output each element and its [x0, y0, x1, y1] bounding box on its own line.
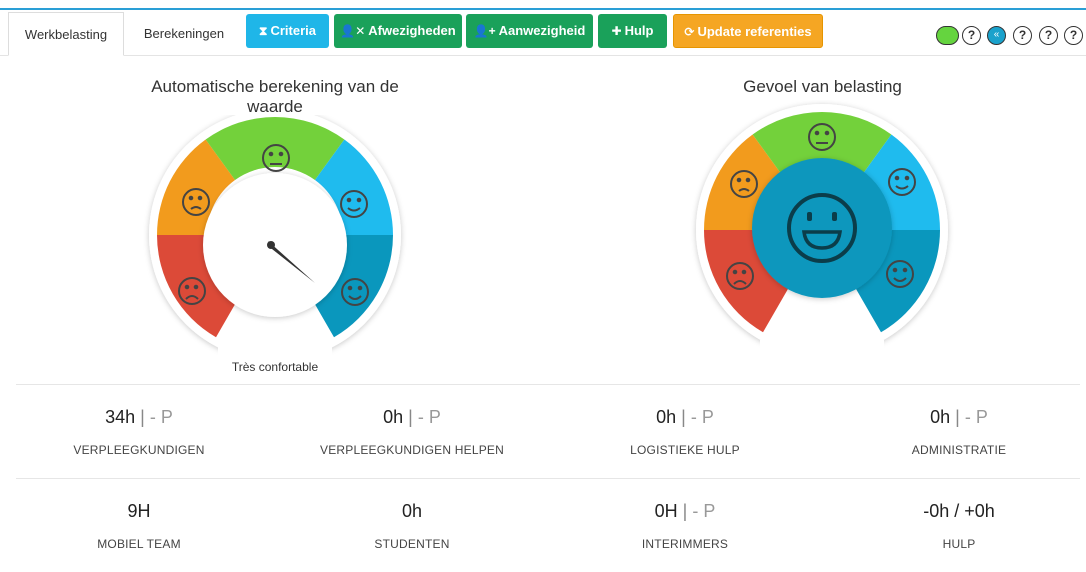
- stat-separator: |: [681, 407, 686, 427]
- stat-label: VERPLEEGKUNDIGEN HELPEN: [320, 443, 504, 457]
- collapse-icon[interactable]: «: [987, 26, 1006, 45]
- gauge-base: [760, 340, 884, 365]
- tab-werkbelasting[interactable]: Werkbelasting: [8, 12, 124, 56]
- stat-value: 34h: [105, 407, 136, 427]
- medkit-icon: ✚: [611, 24, 622, 38]
- stat-value: 0h: [383, 407, 404, 427]
- gauge-center: [752, 158, 892, 298]
- tab-berekeningen[interactable]: Berekeningen: [130, 12, 238, 56]
- stat-label: LOGISTIEKE HULP: [630, 443, 740, 457]
- stat-extra: - P: [417, 407, 441, 427]
- stat-separator: |: [682, 501, 688, 521]
- stat-extra: - P: [690, 407, 714, 427]
- update-referenties-button[interactable]: ⟳ Update referenties: [673, 14, 823, 48]
- stat-separator: |: [955, 407, 960, 427]
- stat-value: 0H: [654, 501, 678, 521]
- divider: [16, 384, 1080, 385]
- hourglass-icon: ⧗: [259, 24, 268, 38]
- help-icon[interactable]: ?: [962, 26, 981, 45]
- help-icon[interactable]: ?: [1064, 26, 1083, 45]
- refresh-icon: ⟳: [684, 25, 695, 39]
- stat-value: -0h / +0h: [923, 501, 995, 521]
- help-icon[interactable]: ?: [1039, 26, 1058, 45]
- auto-gauge-title: Automatische berekening van de waarde: [151, 77, 399, 116]
- stat-separator: |: [408, 407, 413, 427]
- divider: [16, 478, 1080, 479]
- stat-label: STUDENTEN: [374, 537, 450, 551]
- stat-verpleegkundigen: 34h | - P VERPLEEGKUNDIGEN: [14, 405, 264, 457]
- stat-value: 0h: [656, 407, 677, 427]
- gauge-needle-hub: [267, 241, 275, 249]
- stat-separator: |: [140, 407, 145, 427]
- stat-extra: - P: [149, 407, 173, 427]
- stat-label: HULP: [942, 537, 976, 551]
- gauge-caption: Très confortable: [231, 360, 319, 374]
- stat-extra: - P: [692, 501, 716, 521]
- afwezigheden-label: Afwezigheden: [368, 23, 456, 38]
- aanwezigheid-label: Aanwezigheid: [498, 23, 586, 38]
- update-label: Update referenties: [697, 24, 812, 39]
- user-remove-icon: 👤✕: [340, 24, 366, 38]
- stat-value: 0h: [930, 407, 951, 427]
- afwezigheden-button[interactable]: 👤✕ Afwezigheden: [334, 14, 462, 48]
- auto-workload-gauge: [149, 115, 401, 365]
- feel-workload-gauge: [696, 104, 948, 365]
- status-indicator[interactable]: [936, 26, 959, 45]
- help-icon[interactable]: ?: [1013, 26, 1032, 45]
- stat-mobiel-team: 9H MOBIEL TEAM: [14, 499, 264, 551]
- feel-gauge-title: Gevoel van belasting: [743, 77, 902, 96]
- stat-administratie: 0h | - P ADMINISTRATIE: [834, 405, 1084, 457]
- user-add-icon: 👤+: [473, 24, 496, 38]
- criteria-button[interactable]: ⧗ Criteria: [246, 14, 329, 48]
- stat-logistieke-hulp: 0h | - P LOGISTIEKE HULP: [560, 405, 810, 457]
- hulp-label: Hulp: [624, 23, 654, 38]
- aanwezigheid-button[interactable]: 👤+ Aanwezigheid: [466, 14, 593, 48]
- stat-label: ADMINISTRATIE: [911, 443, 1007, 457]
- stat-label: VERPLEEGKUNDIGEN: [73, 443, 205, 457]
- stat-verpleegkundigen-helpen: 0h | - P VERPLEEGKUNDIGEN HELPEN: [287, 405, 537, 457]
- stat-label: INTERIMMERS: [641, 537, 729, 551]
- criteria-label: Criteria: [270, 23, 316, 38]
- stat-studenten: 0h STUDENTEN: [287, 499, 537, 551]
- stat-value: 0h: [401, 501, 423, 521]
- top-bar: Werkbelasting Berekeningen ⧗ Criteria 👤✕ A…: [0, 10, 1086, 56]
- hulp-button[interactable]: ✚ Hulp: [598, 14, 667, 48]
- stat-hulp: -0h / +0h HULP: [834, 499, 1084, 551]
- stat-interimmers: 0H | - P INTERIMMERS: [560, 499, 810, 551]
- stat-extra: - P: [964, 407, 988, 427]
- stat-label: MOBIEL TEAM: [97, 537, 181, 551]
- stat-value: 9H: [127, 501, 151, 521]
